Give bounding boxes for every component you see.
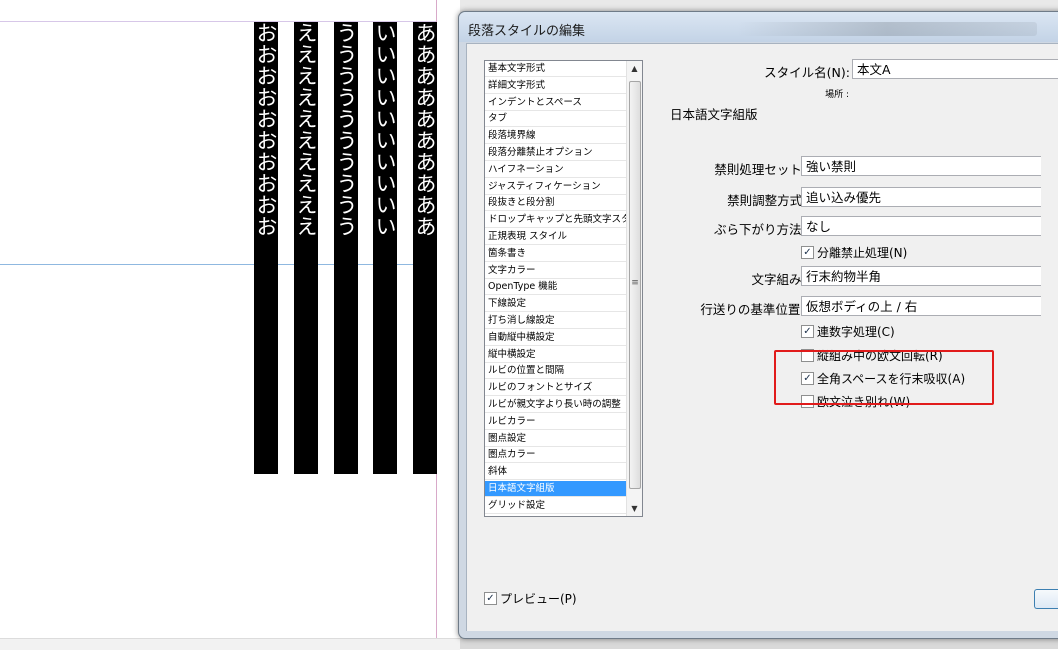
bunri-kinshi-checkbox[interactable]: ✓ (801, 246, 814, 259)
preview-checkbox[interactable]: ✓ (484, 592, 497, 605)
category-item[interactable]: ハイフネーション (485, 162, 626, 178)
category-item[interactable]: ドロップキャップと先頭文字スタイル (485, 212, 626, 229)
margin-guide-top (0, 21, 437, 22)
category-item[interactable]: タブ (485, 111, 626, 128)
category-item[interactable]: 圏点設定 (485, 431, 626, 447)
baseline-guide (0, 264, 437, 265)
category-item[interactable]: 打ち消し線設定 (485, 313, 626, 329)
column-text: いいいいいいいいいい (373, 22, 397, 237)
category-item[interactable]: ルビが親文字より長い時の調整 (485, 397, 626, 413)
preview-label: プレビュー(P) (500, 592, 577, 606)
category-item[interactable]: 縦中横設定 (485, 347, 626, 363)
column-text: ええええええええええ (294, 22, 318, 237)
text-column-u[interactable]: うううううううううう (334, 22, 358, 474)
section-title: 日本語文字組版 (670, 107, 758, 122)
category-item[interactable]: ルビのフォントとサイズ (485, 380, 626, 397)
category-item[interactable]: 段落分離禁止オプション (485, 145, 626, 161)
category-list[interactable]: 基本文字形式 詳細文字形式 インデントとスペース タブ 段落境界線 段落分離禁止オプション… (484, 60, 643, 517)
grip-icon: ≡ (631, 278, 639, 288)
category-item[interactable]: 段落境界線 (485, 128, 626, 145)
renzuuji-label: 連数字処理(C) (817, 325, 895, 339)
category-item[interactable]: ジャスティフィケーション (485, 179, 626, 195)
category-item[interactable]: 日本語文字組版 (485, 481, 626, 497)
category-item[interactable]: インデントとスペース (485, 95, 626, 111)
category-item[interactable]: ルビカラー (485, 414, 626, 430)
text-column-o[interactable]: おおおおおおおおおお (254, 22, 278, 474)
column-text: うううううううううう (334, 22, 358, 237)
category-item[interactable]: グリッド設定 (485, 498, 626, 514)
pasteboard-strip (0, 638, 460, 650)
kinsoku-adjust-dropdown[interactable]: 追い込み優先 (801, 187, 1041, 207)
dialog-titlebar[interactable]: 段落スタイルの編集 (459, 12, 1058, 42)
location-label: 場所 : (825, 90, 849, 100)
style-name-input[interactable]: 本文A (852, 59, 1058, 79)
category-item[interactable]: 自動縦中横設定 (485, 330, 626, 346)
scroll-down-icon[interactable]: ▼ (627, 504, 642, 513)
highlight-annotation (774, 350, 994, 405)
column-text: おおおおおおおおおお (254, 22, 278, 237)
kinsoku-set-dropdown[interactable]: 強い禁則 (801, 156, 1041, 176)
category-item[interactable]: 基本文字形式 (485, 61, 626, 77)
category-item[interactable]: 圏点カラー (485, 447, 626, 464)
category-item[interactable]: 文字カラー (485, 263, 626, 279)
text-column-e[interactable]: ええええええええええ (294, 22, 318, 474)
scroll-up-icon[interactable]: ▲ (627, 64, 642, 73)
bunri-kinshi-label: 分離禁止処理(N) (817, 246, 908, 260)
titlebar-blur (737, 22, 1037, 36)
paragraph-style-dialog: 段落スタイルの編集 基本文字形式 詳細文字形式 インデントとスペース タブ 段落境界線段… (458, 11, 1058, 639)
category-item[interactable]: 詳細文字形式 (485, 78, 626, 94)
text-column-i[interactable]: いいいいいいいいいい (373, 22, 397, 474)
category-item[interactable]: 下線設定 (485, 296, 626, 313)
dialog-client: 基本文字形式 詳細文字形式 インデントとスペース タブ 段落境界線 段落分離禁止オプション… (466, 43, 1058, 631)
dialog-title: 段落スタイルの編集 (468, 24, 586, 39)
ok-button[interactable] (1034, 589, 1058, 609)
category-item[interactable]: 箇条書き (485, 246, 626, 262)
category-item[interactable]: 正規表現 スタイル (485, 229, 626, 245)
style-name-label: スタイル名(N): (764, 65, 850, 80)
category-item[interactable]: 段抜きと段分割 (485, 195, 626, 212)
mojikumi-dropdown[interactable]: 行末約物半角 (801, 266, 1041, 286)
category-item[interactable]: OpenType 機能 (485, 279, 626, 296)
text-column-a[interactable]: ああああああああああ (413, 22, 437, 474)
category-scrollbar[interactable]: ▲ ≡ ▼ (626, 61, 642, 516)
column-text: ああああああああああ (413, 22, 437, 237)
line-base-dropdown[interactable]: 仮想ボディの上 / 右 (801, 296, 1041, 316)
burasagari-dropdown[interactable]: なし (801, 216, 1041, 236)
category-item[interactable]: 斜体 (485, 464, 626, 481)
renzuuji-checkbox[interactable]: ✓ (801, 325, 814, 338)
category-item[interactable]: ルビの位置と間隔 (485, 363, 626, 380)
scroll-thumb[interactable]: ≡ (629, 81, 641, 489)
